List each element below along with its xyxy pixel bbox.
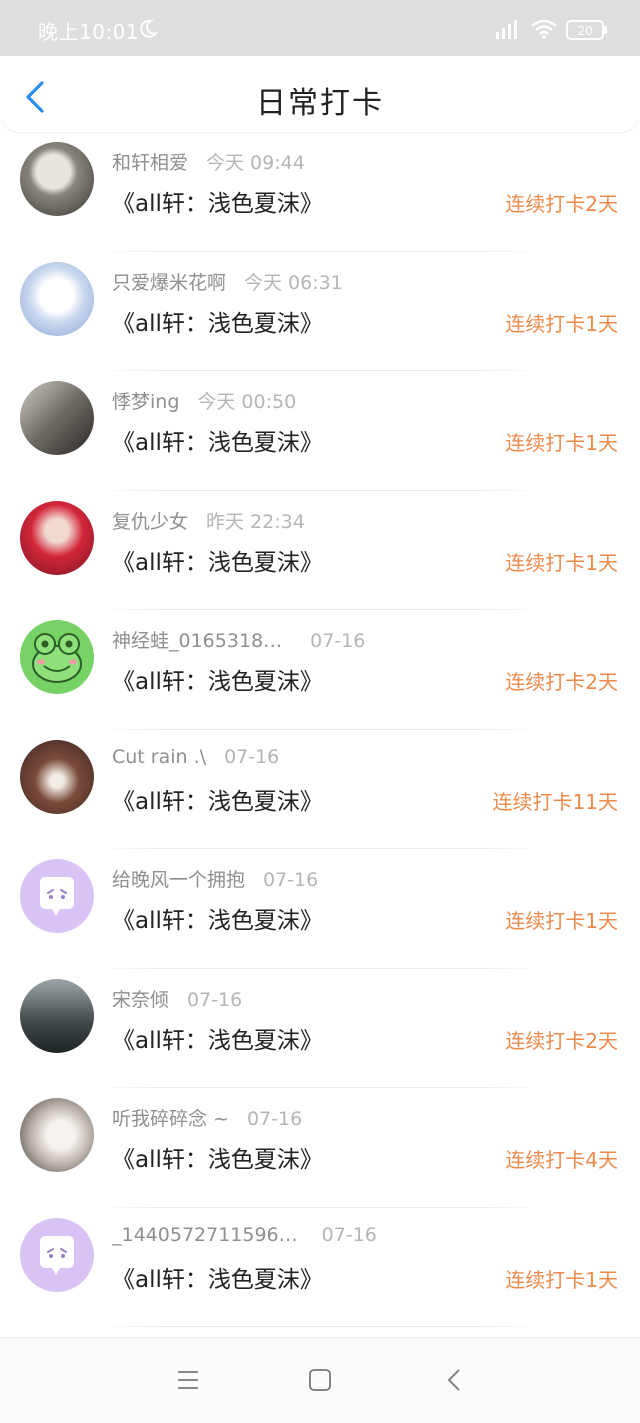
checkin-text: 《all轩：浅色夏沫》: [112, 191, 323, 217]
checkin-text: 《all轩：浅色夏沫》: [112, 908, 323, 934]
battery-level: 20: [577, 24, 592, 38]
user-name[interactable]: 听我碎碎念 ~: [112, 1108, 229, 1130]
checkin-list: 和轩相爱 今天 09:44 《all轩：浅色夏沫》 连续打卡2天 只爱爆米花啊 今天…: [0, 132, 640, 1327]
list-item[interactable]: 神经蛙_0165318… 07-16 《all轩：浅色夏沫》 连续打卡2天: [0, 610, 640, 730]
user-name[interactable]: 神经蛙_0165318…: [112, 630, 282, 652]
streak-label: 连续打卡2天: [505, 1028, 618, 1053]
streak-label: 连续打卡1天: [505, 311, 618, 336]
checkin-text: 《all轩：浅色夏沫》: [112, 549, 323, 576]
streak-label: 连续打卡2天: [505, 670, 618, 694]
menu-icon[interactable]: [176, 1368, 200, 1392]
list-item[interactable]: 给晚风一个拥抱 07-16 《all轩：浅色夏沫》 连续打卡1天: [0, 849, 640, 969]
avatar[interactable]: [20, 859, 94, 933]
list-item[interactable]: _1440572711596… 07-16 《all轩：浅色夏沫》 连续打卡1天: [0, 1208, 640, 1327]
streak-label: 连续打卡1天: [505, 431, 618, 455]
avatar[interactable]: [20, 381, 94, 455]
list-item[interactable]: 只爱爆米花啊 今天 06:31 《all轩：浅色夏沫》 连续打卡1天: [0, 252, 640, 371]
list-item[interactable]: 复仇少女 昨天 22:34 《all轩：浅色夏沫》 连续打卡1天: [0, 491, 640, 610]
user-name[interactable]: 复仇少女: [112, 511, 188, 533]
avatar[interactable]: [20, 978, 94, 1053]
signal-icon: [496, 20, 517, 39]
post-time: 今天 00:50: [197, 391, 297, 413]
frog-icon: [32, 633, 82, 683]
avatar[interactable]: [20, 261, 94, 336]
checkin-text: 《all轩：浅色夏沫》: [112, 669, 323, 695]
avatar[interactable]: [20, 500, 94, 575]
divider: [94, 1326, 546, 1327]
checkin-text: 《all轩：浅色夏沫》: [112, 310, 323, 337]
default-avatar-icon: [40, 877, 74, 916]
post-time: 07-16: [187, 988, 243, 1011]
status-time: 晚上10:01: [38, 20, 140, 44]
post-time: 07-16: [321, 1223, 377, 1246]
post-time: 07-16: [310, 630, 366, 652]
streak-label: 连续打卡1天: [505, 550, 618, 575]
checkin-text: 《all轩：浅色夏沫》: [112, 1147, 323, 1173]
default-avatar-icon: [40, 1235, 74, 1275]
streak-label: 连续打卡1天: [505, 909, 618, 933]
post-time: 07-16: [263, 869, 319, 891]
app-header: 日常打卡: [0, 56, 640, 132]
moon-icon: [140, 19, 158, 38]
user-name[interactable]: 宋奈倾: [112, 989, 169, 1011]
streak-label: 连续打卡11天: [492, 789, 618, 814]
avatar[interactable]: [20, 739, 94, 814]
streak-label: 连续打卡2天: [505, 192, 618, 216]
checkin-text: 《all轩：浅色夏沫》: [112, 1266, 323, 1293]
list-item[interactable]: Cut rain .\ 07-16 《all轩：浅色夏沫》 连续打卡11天: [0, 730, 640, 849]
checkin-text: 《all轩：浅色夏沫》: [112, 430, 323, 456]
streak-label: 连续打卡1天: [505, 1267, 618, 1292]
post-time: 今天 06:31: [244, 271, 343, 294]
checkin-text: 《all轩：浅色夏沫》: [112, 788, 323, 815]
user-name[interactable]: _1440572711596…: [112, 1224, 298, 1246]
home-square-icon[interactable]: [308, 1368, 332, 1392]
avatar[interactable]: [20, 1098, 94, 1172]
user-name[interactable]: 和轩相爱: [112, 152, 188, 174]
avatar[interactable]: [20, 1217, 94, 1292]
wifi-icon: [531, 19, 557, 39]
user-name[interactable]: 悸梦ing: [112, 391, 179, 413]
avatar[interactable]: [20, 142, 94, 216]
page-title: 日常打卡: [256, 86, 384, 121]
system-nav-bar: [0, 1337, 640, 1423]
streak-label: 连续打卡4天: [505, 1148, 618, 1172]
battery-icon: 20: [566, 20, 607, 40]
list-item[interactable]: 和轩相爱 今天 09:44 《all轩：浅色夏沫》 连续打卡2天: [0, 132, 640, 252]
list-item[interactable]: 悸梦ing 今天 00:50 《all轩：浅色夏沫》 连续打卡1天: [0, 371, 640, 491]
status-bar: 晚上10:01 20: [0, 0, 640, 56]
user-name[interactable]: 只爱爆米花啊: [112, 272, 226, 294]
user-name[interactable]: 给晚风一个拥抱: [112, 869, 245, 891]
list-item[interactable]: 宋奈倾 07-16 《all轩：浅色夏沫》 连续打卡2天: [0, 969, 640, 1088]
post-time: 今天 09:44: [206, 152, 305, 174]
back-chevron-icon[interactable]: [444, 1368, 466, 1392]
avatar[interactable]: [20, 620, 94, 694]
user-name[interactable]: Cut rain .\: [112, 746, 206, 768]
list-item[interactable]: 听我碎碎念 ~ 07-16 《all轩：浅色夏沫》 连续打卡4天: [0, 1088, 640, 1208]
checkin-text: 《all轩：浅色夏沫》: [112, 1027, 323, 1054]
post-time: 07-16: [224, 745, 280, 768]
post-time: 07-16: [246, 1108, 303, 1130]
post-time: 昨天 22:34: [206, 510, 305, 533]
